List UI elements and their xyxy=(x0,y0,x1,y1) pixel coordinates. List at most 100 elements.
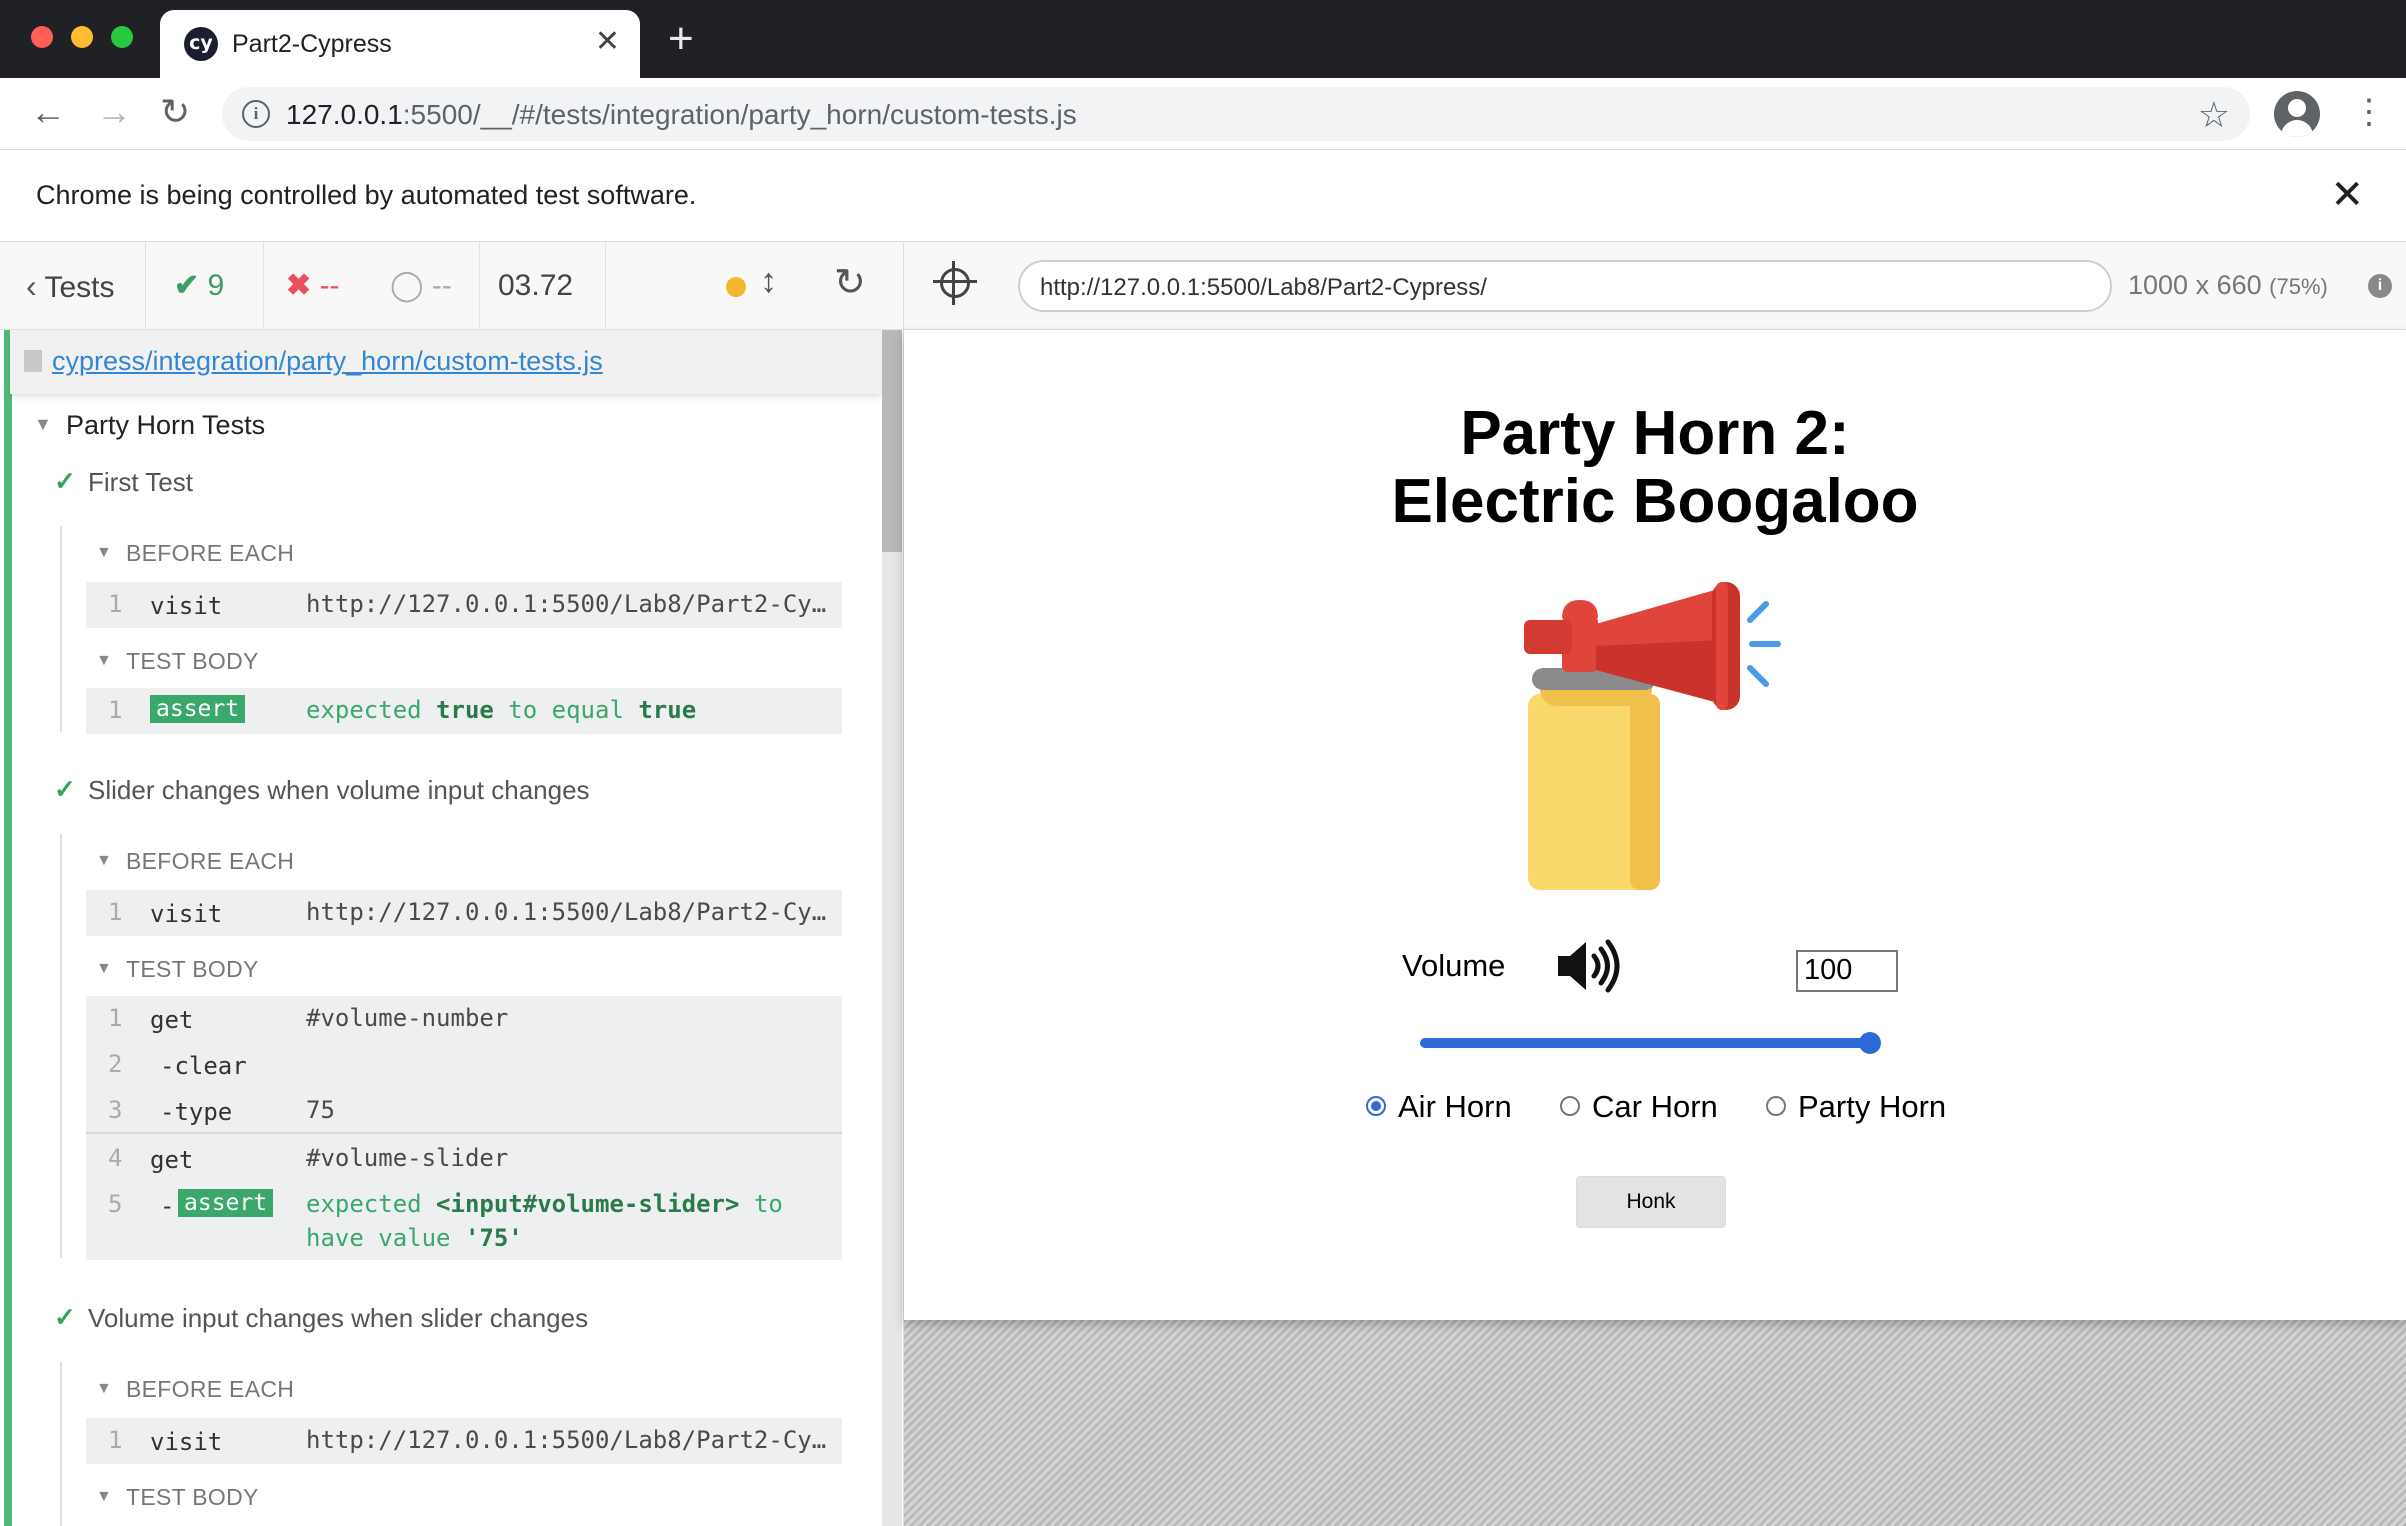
check-icon: ✓ xyxy=(54,466,76,496)
bookmark-star-icon[interactable]: ☆ xyxy=(2198,94,2230,136)
reporter-header: ‹ Tests ✔ 9 ✖ -- ◯ -- 03.72 ↕ ↻ xyxy=(0,242,903,330)
address-bar-url: 127.0.0.1:5500/__/#/tests/integration/pa… xyxy=(286,99,1077,131)
hook-label-test-body[interactable]: TEST BODY xyxy=(126,1484,259,1511)
app-title-line2: Electric Boogaloo xyxy=(1391,467,1919,536)
assert-value: true xyxy=(638,696,697,724)
window-minimize-button[interactable] xyxy=(71,26,93,48)
aut-stage: Party Horn 2: Electric Boogaloo Volume 1… xyxy=(904,330,2406,1526)
pass-status-stripe xyxy=(4,330,12,1526)
pending-count: ◯ -- xyxy=(376,242,480,330)
command-row[interactable]: 5 - assert expected <input#volume-slider… xyxy=(86,1182,842,1260)
assert-badge: assert xyxy=(178,1189,274,1217)
command-message: http://127.0.0.1:5500/Lab8/Part2-Cy… xyxy=(306,590,827,618)
command-number: 1 xyxy=(108,898,123,926)
window-zoom-button[interactable] xyxy=(111,26,133,48)
close-tab-icon[interactable]: ✕ xyxy=(595,24,620,59)
info-icon[interactable]: i xyxy=(2368,274,2392,298)
suite-title[interactable]: Party Horn Tests xyxy=(66,410,265,441)
caret-down-icon[interactable]: ▼ xyxy=(96,852,112,870)
party-horn-radio[interactable] xyxy=(1766,1096,1786,1116)
reporter-scrollbar-thumb[interactable] xyxy=(882,330,902,552)
failed-count: ✖ -- xyxy=(264,242,376,330)
address-bar[interactable]: i 127.0.0.1:5500/__/#/tests/integration/… xyxy=(222,87,2250,141)
volume-slider-thumb[interactable] xyxy=(1859,1032,1881,1054)
chevron-left-icon: ‹ xyxy=(26,268,37,304)
command-row[interactable]: 1 visit http://127.0.0.1:5500/Lab8/Part2… xyxy=(86,1418,842,1464)
infobar-close-icon[interactable]: ✕ xyxy=(2330,172,2364,218)
window-close-button[interactable] xyxy=(31,26,53,48)
assert-text: to xyxy=(753,1190,783,1218)
command-message: #volume-slider xyxy=(306,1144,509,1172)
command-row[interactable]: 4 get #volume-slider xyxy=(86,1136,842,1182)
passed-value: 9 xyxy=(207,269,225,302)
browser-toolbar: ← → ↻ i 127.0.0.1:5500/__/#/tests/integr… xyxy=(0,78,2406,150)
command-list: 1 visit http://127.0.0.1:5500/Lab8/Part2… xyxy=(86,582,842,628)
test-title[interactable]: First Test xyxy=(88,467,193,498)
command-row[interactable]: 2 -clear xyxy=(86,1042,842,1088)
command-row[interactable]: 1 visit http://127.0.0.1:5500/Lab8/Part2… xyxy=(86,582,842,628)
browser-tab[interactable]: cy Part2-Cypress ✕ xyxy=(160,10,640,78)
viewport-size: 1000 x 660 (75%) xyxy=(2128,270,2328,301)
caret-down-icon[interactable]: ▼ xyxy=(96,544,112,562)
running-status-icon xyxy=(726,277,746,297)
passed-count: ✔ 9 xyxy=(146,242,264,330)
volume-speaker-icon xyxy=(1558,939,1620,993)
caret-down-icon[interactable]: ▼ xyxy=(96,1380,112,1398)
spec-path-link[interactable]: cypress/integration/party_horn/custom-te… xyxy=(52,346,603,377)
command-row[interactable]: 3 -type 75 xyxy=(86,1088,842,1134)
hook-label-test-body[interactable]: TEST BODY xyxy=(126,956,259,983)
command-message: http://127.0.0.1:5500/Lab8/Part2-Cy… xyxy=(306,898,827,926)
party-horn-label[interactable]: Party Horn xyxy=(1798,1089,1946,1125)
command-row[interactable]: 1 assert expected true to equal true xyxy=(86,688,842,734)
command-number: 4 xyxy=(108,1144,123,1172)
volume-number-input[interactable]: 100 xyxy=(1796,950,1898,992)
file-icon xyxy=(24,350,42,372)
assert-value: '75' xyxy=(464,1224,523,1252)
browser-tab-strip: cy Part2-Cypress ✕ + xyxy=(0,0,2406,78)
hook-label-before-each[interactable]: BEFORE EACH xyxy=(126,540,294,567)
back-to-tests-button[interactable]: ‹ Tests xyxy=(0,242,146,330)
test-title[interactable]: Slider changes when volume input changes xyxy=(88,775,590,806)
air-horn-radio[interactable] xyxy=(1366,1096,1386,1116)
reload-icon[interactable]: ↻ xyxy=(160,92,190,132)
rerun-icon[interactable]: ↻ xyxy=(834,260,866,305)
command-message-cont: have value '75' xyxy=(306,1224,523,1252)
command-row[interactable]: 1 get #volume-number xyxy=(86,996,842,1042)
caret-down-icon[interactable]: ▼ xyxy=(96,652,112,670)
viewport-scale: (75%) xyxy=(2269,274,2328,299)
hook-label-before-each[interactable]: BEFORE EACH xyxy=(126,1376,294,1403)
pending-value: -- xyxy=(431,269,452,302)
forward-arrow-icon[interactable]: → xyxy=(96,92,132,132)
command-name: get xyxy=(150,1006,194,1034)
hook-label-before-each[interactable]: BEFORE EACH xyxy=(126,848,294,875)
command-number: 1 xyxy=(108,590,123,618)
selector-playground-icon[interactable] xyxy=(933,261,977,305)
caret-down-icon[interactable]: ▼ xyxy=(96,960,112,978)
air-horn-label[interactable]: Air Horn xyxy=(1398,1089,1512,1125)
test-title[interactable]: Volume input changes when slider changes xyxy=(88,1303,588,1334)
auto-scroll-icon[interactable]: ↕ xyxy=(760,262,777,301)
volume-label: Volume xyxy=(1402,948,1506,983)
more-menu-icon[interactable]: ⋮ xyxy=(2352,92,2386,132)
hook-label-test-body[interactable]: TEST BODY xyxy=(126,648,259,675)
infobar-text: Chrome is being controlled by automated … xyxy=(36,180,697,210)
car-horn-label[interactable]: Car Horn xyxy=(1592,1089,1718,1125)
assert-badge: assert xyxy=(150,695,246,723)
caret-down-icon[interactable]: ▼ xyxy=(96,1488,112,1506)
command-name: visit xyxy=(150,592,223,620)
command-name: get xyxy=(150,1146,194,1174)
caret-down-icon[interactable]: ▼ xyxy=(34,414,52,435)
car-horn-radio[interactable] xyxy=(1560,1096,1580,1116)
command-number: 2 xyxy=(108,1050,123,1078)
new-tab-icon[interactable]: + xyxy=(668,14,694,64)
volume-slider-track[interactable] xyxy=(1420,1038,1870,1048)
command-row[interactable]: 1 visit http://127.0.0.1:5500/Lab8/Part2… xyxy=(86,890,842,936)
command-message: expected <input#volume-slider> to xyxy=(306,1190,783,1218)
honk-button[interactable]: Honk xyxy=(1576,1176,1726,1228)
app-title-line1: Party Horn 2: xyxy=(1460,399,1850,468)
back-arrow-icon[interactable]: ← xyxy=(30,92,66,132)
profile-avatar-icon[interactable] xyxy=(2274,91,2320,137)
aut-url-field[interactable]: http://127.0.0.1:5500/Lab8/Part2-Cypress… xyxy=(1018,260,2112,312)
site-info-icon[interactable]: i xyxy=(242,100,270,128)
assert-text: expected xyxy=(306,1190,422,1218)
